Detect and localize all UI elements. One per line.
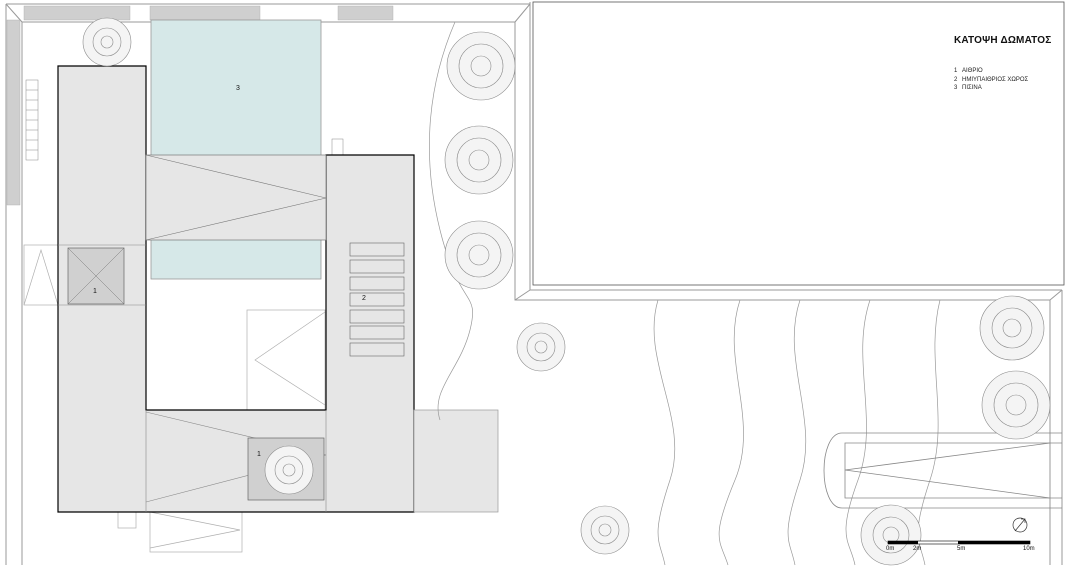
canopy <box>413 409 499 513</box>
tree-icon <box>444 220 514 290</box>
tree-icon <box>264 445 314 495</box>
site-plan: 3 1 1 2 0m 2m 5m 10m <box>5 1 1065 566</box>
tree-icon <box>446 31 516 101</box>
garden-contours <box>429 21 941 566</box>
courtyard-label: 1 <box>257 451 261 458</box>
semi-outdoor-furniture <box>349 242 405 357</box>
tree-icon <box>860 504 922 566</box>
courtyard-skylight <box>67 247 125 305</box>
scale-tick-5: 5m <box>957 546 965 552</box>
scale-tick-0: 0m <box>886 546 894 552</box>
plan-title: ΚΑΤΟΨΗ ΔΩΜΑΤΟΣ <box>954 35 1052 46</box>
pergola-upper <box>145 154 327 241</box>
legend-item: 2 ΗΜΙΥΠΑΙΘΡΙΟΣ ΧΩΡΟΣ <box>954 76 1029 83</box>
north-arrow-icon <box>1012 517 1028 533</box>
legend-item: 3 ΠΙΣΙΝΑ <box>954 85 982 91</box>
pool-label: 3 <box>236 85 240 92</box>
tree-icon <box>516 322 566 372</box>
driveway <box>823 432 1062 509</box>
scale-tick-10: 10m <box>1023 546 1035 552</box>
semi-outdoor-label: 2 <box>362 295 366 302</box>
scale-tick-2: 2m <box>913 546 921 552</box>
tree-icon <box>580 505 630 555</box>
tree-icon <box>979 295 1045 361</box>
legend: 1 ΑΙΘΡΙΟ 2 ΗΜΙΥΠΑΙΘΡΙΟΣ ΧΩΡΟΣ 3 ΠΙΣΙΝΑ <box>954 67 1028 93</box>
courtyard-label: 1 <box>93 288 97 295</box>
tree-icon <box>82 17 132 67</box>
tree-icon <box>981 370 1051 440</box>
tree-icon <box>444 125 514 195</box>
legend-item: 1 ΑΙΘΡΙΟ <box>954 68 983 74</box>
